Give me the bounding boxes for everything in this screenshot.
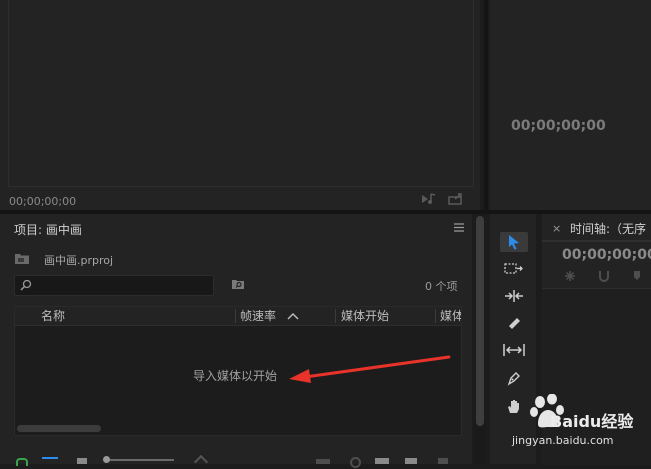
- vertical-divider-top[interactable]: [484, 0, 488, 210]
- watermark: Baidu经验 jingyan.baidu.com: [506, 394, 646, 458]
- watermark-url: jingyan.baidu.com: [512, 434, 614, 447]
- search-input[interactable]: [37, 278, 211, 294]
- track-select-tool[interactable]: [500, 259, 528, 279]
- timeline-close-button[interactable]: ×: [552, 222, 561, 235]
- nest-sequence-icon[interactable]: [564, 270, 576, 282]
- column-divider[interactable]: [235, 309, 236, 323]
- project-toolbar: [0, 454, 472, 469]
- project-folder-icon: [14, 252, 30, 265]
- scrollbar-thumb[interactable]: [476, 216, 484, 426]
- list-view-icon[interactable]: [42, 457, 58, 466]
- project-vertical-scrollbar[interactable]: [475, 214, 485, 464]
- column-frame-rate[interactable]: 帧速率: [240, 307, 276, 325]
- search-box[interactable]: [14, 275, 214, 296]
- empty-hint: 导入媒体以开始: [193, 369, 278, 383]
- project-list[interactable]: 名称 帧速率 媒体开始 媒体 导入媒体以开始: [14, 306, 462, 436]
- export-frame-icon[interactable]: [448, 193, 464, 205]
- program-timecode[interactable]: 00;00;00;00: [511, 118, 606, 134]
- automate-icon[interactable]: [316, 459, 330, 464]
- icon-view-icon[interactable]: [77, 458, 87, 464]
- clear-icon[interactable]: [438, 458, 448, 464]
- program-monitor: 00;00;00;00: [490, 0, 651, 210]
- selection-tool[interactable]: [500, 232, 528, 252]
- new-search-bin-icon[interactable]: [231, 278, 245, 290]
- audio-only-icon[interactable]: [421, 193, 437, 205]
- source-timecode[interactable]: 00;00;00;00: [9, 195, 76, 208]
- pen-tool[interactable]: [500, 368, 528, 388]
- snap-icon[interactable]: [598, 270, 610, 282]
- new-bin-icon[interactable]: [375, 458, 389, 464]
- timeline-title[interactable]: 时间轴:（无序: [570, 220, 646, 237]
- lock-icon[interactable]: [16, 458, 28, 466]
- zoom-slider[interactable]: [104, 459, 174, 461]
- slip-tool[interactable]: [500, 340, 528, 360]
- project-panel-title[interactable]: 项目: 画中画: [14, 221, 82, 238]
- list-header: 名称 帧速率 媒体开始 媒体: [15, 307, 461, 326]
- find-icon[interactable]: [350, 457, 361, 468]
- project-panel: 项目: 画中画 画中画.prproj 0 个项 名称 帧速率 媒体开始 媒体 导…: [0, 214, 472, 469]
- column-media-end[interactable]: 媒体: [440, 307, 461, 325]
- add-marker-icon[interactable]: [632, 270, 646, 282]
- sort-icon[interactable]: [193, 454, 209, 469]
- watermark-brand: Baidu经验: [550, 412, 634, 431]
- column-name[interactable]: 名称: [41, 307, 65, 325]
- panel-menu-icon[interactable]: [454, 223, 464, 232]
- timeline-timecode[interactable]: 00;00;00;00: [562, 247, 651, 263]
- new-item-icon[interactable]: [405, 458, 417, 464]
- column-media-start[interactable]: 媒体开始: [341, 307, 389, 325]
- razor-tool[interactable]: [500, 313, 528, 333]
- item-count: 0 个项: [425, 280, 458, 293]
- annotation-arrow: [289, 355, 451, 383]
- source-video-area: [8, 0, 474, 187]
- project-file-name: 画中画.prproj: [44, 254, 114, 267]
- horizontal-scrollbar[interactable]: [17, 425, 101, 432]
- search-icon: [20, 279, 32, 291]
- column-divider[interactable]: [335, 309, 336, 323]
- column-divider[interactable]: [435, 309, 436, 323]
- ripple-edit-tool[interactable]: [500, 286, 528, 306]
- timeline-tab-underline: [542, 240, 651, 242]
- sort-ascending-icon[interactable]: [287, 312, 299, 320]
- source-monitor: 00;00;00;00: [0, 0, 480, 210]
- zoom-slider-handle[interactable]: [103, 456, 110, 463]
